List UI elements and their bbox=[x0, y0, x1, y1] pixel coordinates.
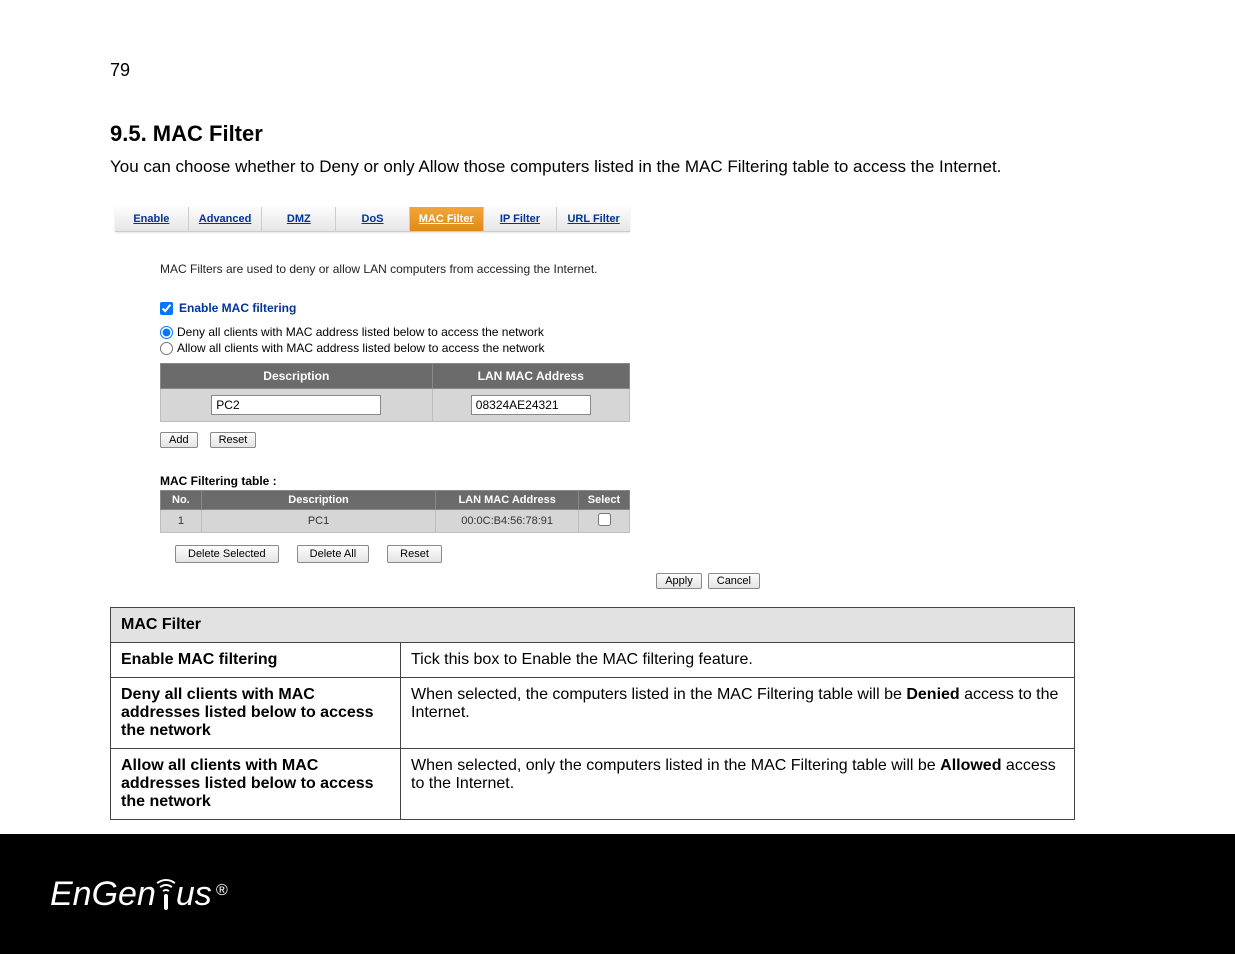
tab-dos[interactable]: DoS bbox=[336, 207, 410, 231]
registered-mark: ® bbox=[216, 882, 228, 900]
explain-r3-label: Allow all clients with MAC addresses lis… bbox=[111, 749, 401, 820]
filter-cell-description: PC1 bbox=[201, 510, 436, 533]
tab-dmz[interactable]: DMZ bbox=[262, 207, 336, 231]
mac-input-table: Description LAN MAC Address bbox=[160, 363, 630, 422]
explanation-table: MAC Filter Enable MAC filtering Tick thi… bbox=[110, 607, 1075, 820]
reset-button[interactable]: Reset bbox=[210, 432, 257, 448]
tab-mac-filter[interactable]: MAC Filter bbox=[410, 207, 484, 231]
explain-r1-label: Enable MAC filtering bbox=[111, 643, 401, 678]
cancel-button[interactable]: Cancel bbox=[708, 573, 760, 589]
deny-radio[interactable] bbox=[160, 326, 173, 339]
delete-all-button[interactable]: Delete All bbox=[297, 545, 369, 563]
enable-mac-filtering-label: Enable MAC filtering bbox=[179, 301, 296, 315]
filter-cell-mac: 00:0C:B4:56:78:91 bbox=[436, 510, 579, 533]
filter-header-description: Description bbox=[201, 491, 436, 510]
filter-header-select: Select bbox=[579, 491, 630, 510]
explain-r3-desc: When selected, only the computers listed… bbox=[401, 749, 1075, 820]
filter-cell-no: 1 bbox=[161, 510, 202, 533]
logo-text-a: EnGen bbox=[50, 875, 156, 914]
engenius-logo: EnGen us ® bbox=[50, 875, 228, 914]
allow-radio-label: Allow all clients with MAC address liste… bbox=[177, 341, 545, 355]
filter-table-title: MAC Filtering table : bbox=[160, 474, 715, 488]
wifi-icon bbox=[154, 880, 178, 910]
add-button[interactable]: Add bbox=[160, 432, 198, 448]
section-title: 9.5. MAC Filter bbox=[110, 121, 1125, 147]
ui-description: MAC Filters are used to deny or allow LA… bbox=[160, 262, 715, 276]
input-header-description: Description bbox=[161, 364, 433, 389]
explain-r1-desc: Tick this box to Enable the MAC filterin… bbox=[401, 643, 1075, 678]
input-header-mac: LAN MAC Address bbox=[432, 364, 629, 389]
explain-title: MAC Filter bbox=[111, 608, 1075, 643]
page-number: 79 bbox=[110, 60, 1125, 81]
description-input[interactable] bbox=[211, 395, 381, 415]
apply-button[interactable]: Apply bbox=[656, 573, 702, 589]
tab-ip-filter[interactable]: IP Filter bbox=[484, 207, 558, 231]
tab-bar: Enable Advanced DMZ DoS MAC Filter IP Fi… bbox=[115, 207, 630, 232]
reset-table-button[interactable]: Reset bbox=[387, 545, 442, 563]
deny-radio-label: Deny all clients with MAC address listed… bbox=[177, 325, 544, 339]
tab-url-filter[interactable]: URL Filter bbox=[557, 207, 630, 231]
intro-text: You can choose whether to Deny or only A… bbox=[110, 157, 1125, 177]
explain-r2-label: Deny all clients with MAC addresses list… bbox=[111, 678, 401, 749]
tab-enable[interactable]: Enable bbox=[115, 207, 189, 231]
filter-header-no: No. bbox=[161, 491, 202, 510]
enable-mac-filtering-checkbox[interactable] bbox=[160, 302, 173, 315]
filter-row-select-checkbox[interactable] bbox=[598, 513, 611, 526]
delete-selected-button[interactable]: Delete Selected bbox=[175, 545, 279, 563]
logo-text-b: us bbox=[176, 875, 212, 914]
mac-address-input[interactable] bbox=[471, 395, 591, 415]
explain-r2-desc: When selected, the computers listed in t… bbox=[401, 678, 1075, 749]
mac-filtering-table: No. Description LAN MAC Address Select 1… bbox=[160, 490, 630, 533]
tab-advanced[interactable]: Advanced bbox=[189, 207, 263, 231]
router-ui-screenshot: Enable Advanced DMZ DoS MAC Filter IP Fi… bbox=[110, 207, 760, 589]
allow-radio[interactable] bbox=[160, 342, 173, 355]
footer: EnGen us ® bbox=[0, 834, 1235, 954]
filter-header-mac: LAN MAC Address bbox=[436, 491, 579, 510]
table-row: 1 PC1 00:0C:B4:56:78:91 bbox=[161, 510, 630, 533]
